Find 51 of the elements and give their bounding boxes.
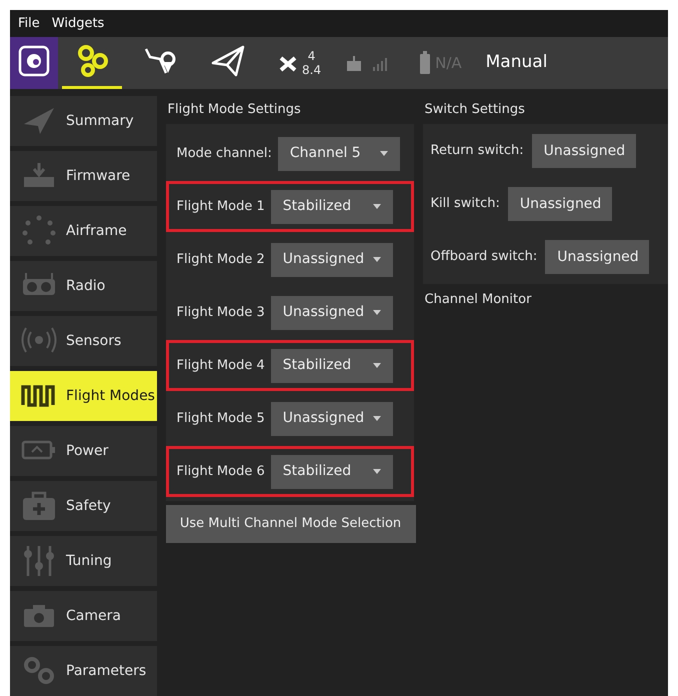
sidebar-item[interactable]: Radio (10, 261, 156, 311)
dropdown[interactable]: Unassigned (270, 296, 393, 330)
field-label: Mode channel: (176, 144, 272, 163)
sidebar-item[interactable]: Parameters (10, 646, 156, 696)
dropdown[interactable]: Unassigned (270, 402, 393, 436)
caret-icon (372, 257, 381, 262)
dropdown[interactable]: Stabilized (270, 190, 393, 224)
field-label: Flight Mode 5 (176, 410, 265, 428)
section-title: Switch Settings (424, 101, 526, 120)
caret-icon (372, 416, 381, 421)
section-title: Flight Mode Settings (166, 101, 302, 120)
dropdown[interactable]: Channel 5 (278, 136, 400, 170)
menu-item[interactable]: File (18, 14, 40, 34)
field-label: Flight Mode 3 (176, 304, 265, 322)
caret-icon (380, 151, 388, 156)
toolbar-button[interactable] (10, 36, 58, 89)
menu-item[interactable]: Widgets (52, 14, 104, 34)
dropdown[interactable]: Unassigned (532, 134, 636, 168)
caret-icon (372, 310, 381, 315)
field-label: Flight Mode 4 (176, 356, 265, 375)
field-label: Flight Mode 2 (176, 250, 265, 269)
sidebar-item[interactable]: Camera (10, 591, 156, 641)
caret-icon (372, 363, 381, 368)
section-title: Channel Monitor (424, 291, 532, 309)
sidebar-item[interactable]: Airframe (10, 206, 156, 256)
dropdown[interactable]: Unassigned (545, 240, 650, 274)
dropdown[interactable]: Unassigned (508, 187, 612, 221)
dropdown[interactable]: Stabilized (270, 348, 393, 382)
first-aid-kit-icon (20, 489, 58, 523)
gps-hdop: 8.4 (302, 62, 322, 77)
caret-icon (372, 469, 381, 474)
dropdown[interactable]: Unassigned (270, 242, 393, 276)
sidebar-item[interactable]: Power (10, 426, 156, 476)
sidebar-item[interactable]: Firmware (10, 151, 156, 201)
sidebar-item[interactable]: Flight Modes (10, 371, 156, 421)
sidebar-item[interactable]: Sensors (10, 316, 156, 366)
field-label: Flight Mode 1 (176, 198, 265, 216)
app-logo-icon (16, 43, 52, 80)
field-label: Kill switch: (430, 195, 500, 214)
flight-mode-label[interactable]: Manual (486, 50, 548, 76)
field-label: Return switch: (430, 142, 524, 160)
battery-icon (419, 50, 432, 75)
dropdown[interactable]: Stabilized (270, 454, 393, 488)
sidebar-item[interactable]: Summary (10, 96, 156, 146)
field-label: Flight Mode 6 (176, 462, 265, 481)
gps-count: 4 (308, 48, 316, 63)
caret-icon (372, 204, 381, 209)
sidebar-item[interactable]: Tuning (10, 536, 156, 586)
sidebar-item[interactable]: Safety (10, 481, 156, 531)
field-label: Offboard switch: (430, 248, 538, 266)
multi-channel-button[interactable]: Use Multi Channel Mode Selection (166, 505, 416, 543)
